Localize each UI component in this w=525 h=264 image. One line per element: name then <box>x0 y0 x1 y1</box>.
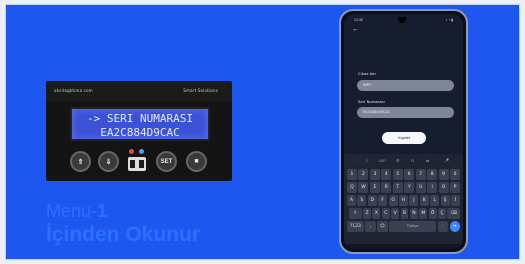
key[interactable]: İ <box>451 195 460 206</box>
key[interactable]: Ö <box>428 208 437 219</box>
dip-switch <box>126 149 148 173</box>
key[interactable]: 9 <box>438 169 449 180</box>
key[interactable]: Q <box>347 182 357 193</box>
period-key[interactable]: . <box>437 221 449 232</box>
key[interactable]: R <box>381 182 392 193</box>
stop-icon: ■ <box>186 151 207 172</box>
device-name-input[interactable]: SMIT <box>357 80 454 91</box>
menu-number: 1 <box>97 201 108 221</box>
key[interactable]: N <box>409 208 418 219</box>
key[interactable]: Y <box>404 182 415 193</box>
device-top-panel: oksitogktima.com Smart Solutions <box>46 81 232 101</box>
settings-icon[interactable]: ⚙ <box>396 158 400 163</box>
keyboard-row-2: A S D F G H J K L Ş İ <box>347 195 460 206</box>
on-screen-keyboard: ⋮⋮ ☺ GIF ⚙ G ⇄ 🎤 1 2 3 4 5 6 7 8 9 0 Q W… <box>344 154 463 249</box>
key[interactable]: J <box>409 195 419 206</box>
key[interactable]: 3 <box>369 169 380 180</box>
key[interactable]: E <box>369 182 380 193</box>
key[interactable]: W <box>358 182 369 193</box>
status-icons: ▪ ◔ ▮ <box>445 18 453 22</box>
headline-line-2: İçinden Okunur <box>46 223 201 246</box>
emoji-icon[interactable]: ☺ <box>377 221 388 232</box>
device-brand-text: Smart Solutions <box>183 88 218 93</box>
space-key[interactable]: Türkçe <box>389 221 437 232</box>
device-name-label: Cihaz Adı <box>358 71 376 76</box>
keyboard-row-numbers: 1 2 3 4 5 6 7 8 9 0 <box>347 169 461 180</box>
lcd-display: -> SERI NUMARASI EA2C884D9CAC <box>70 107 210 141</box>
key[interactable]: H <box>399 195 408 206</box>
key[interactable]: 6 <box>404 169 415 180</box>
lcd-line-2: EA2C884D9CAC <box>100 126 180 139</box>
theme-icon[interactable]: ⇄ <box>426 158 429 163</box>
key[interactable]: C <box>381 208 390 219</box>
key[interactable]: D <box>367 195 377 206</box>
shift-icon[interactable]: ⇧ <box>349 208 362 219</box>
status-time: 12:48 <box>354 18 363 22</box>
keyboard-toolbar: ⋮⋮ ☺ GIF ⚙ G ⇄ 🎤 <box>344 157 463 165</box>
serial-number-input[interactable]: EA2C884D9CAC <box>357 107 454 118</box>
key[interactable]: U <box>415 182 426 193</box>
key[interactable]: L <box>430 195 440 206</box>
switch-body <box>128 157 146 171</box>
navigation-bar <box>344 244 463 249</box>
red-led-icon <box>129 149 134 154</box>
phone-mockup: 12:48 ▪ ◔ ▮ ← Cihaz Adı SMIT Seri Numara… <box>339 9 468 254</box>
device-keypad: ⇑ ⇓ SET ■ <box>68 149 218 173</box>
key[interactable]: Z <box>363 208 371 219</box>
status-bar: 12:48 ▪ ◔ ▮ <box>344 16 463 24</box>
key[interactable]: O <box>438 182 449 193</box>
key[interactable]: 0 <box>450 169 461 180</box>
serial-number-label: Seri Numarası <box>358 99 385 104</box>
key[interactable]: 8 <box>427 169 438 180</box>
keyboard-row-3: ⇧ Z X C V B N M Ö Ç ⌫ <box>347 208 461 219</box>
headline-line-1: Menu-1 <box>46 201 200 222</box>
device-site-text: oksitogktima.com <box>54 88 93 93</box>
key[interactable]: G <box>388 195 398 206</box>
key[interactable]: 4 <box>381 169 392 180</box>
key[interactable]: B <box>400 208 409 219</box>
key[interactable]: 2 <box>358 169 369 180</box>
lcd-line-1: -> SERI NUMARASI <box>87 112 193 125</box>
key[interactable]: 7 <box>415 169 426 180</box>
device-photo: oksitogktima.com Smart Solutions -> SERI… <box>46 81 232 181</box>
apps-icon[interactable]: ⋮⋮ <box>350 158 358 163</box>
key[interactable]: S <box>357 195 367 206</box>
backspace-icon[interactable]: ⌫ <box>447 208 461 219</box>
menu-word: Menu- <box>46 201 98 221</box>
key[interactable]: A <box>347 195 356 206</box>
symbols-key[interactable]: ?123 <box>347 221 364 232</box>
blue-led-icon <box>139 149 144 154</box>
keyboard-row-4: ?123 , ☺ Türkçe . ➜ <box>347 221 461 232</box>
send-arrow-icon[interactable]: ➜ <box>449 221 461 232</box>
key[interactable]: 5 <box>392 169 403 180</box>
back-arrow-icon[interactable]: ← <box>352 26 359 33</box>
key[interactable]: X <box>372 208 381 219</box>
key[interactable]: V <box>391 208 400 219</box>
key[interactable]: Ş <box>440 195 450 206</box>
promo-banner: oksitogktima.com Smart Solutions -> SERI… <box>6 5 519 259</box>
set-key: SET <box>156 151 177 172</box>
emoji-icon[interactable]: ☺ <box>365 158 369 163</box>
keyboard-row-1: Q W E R T Y U I O P <box>347 182 461 193</box>
key[interactable]: Ç <box>438 208 446 219</box>
key[interactable]: T <box>392 182 403 193</box>
key[interactable]: M <box>419 208 428 219</box>
double-chevron-up-icon: ⇑ <box>70 151 91 172</box>
gif-icon[interactable]: GIF <box>379 158 386 163</box>
key[interactable]: F <box>378 195 388 206</box>
double-chevron-down-icon: ⇓ <box>98 151 119 172</box>
key[interactable]: 1 <box>347 169 357 180</box>
phone-screen: 12:48 ▪ ◔ ▮ ← Cihaz Adı SMIT Seri Numara… <box>344 14 463 249</box>
save-button[interactable]: Kaydet <box>382 132 426 144</box>
translate-icon[interactable]: G <box>411 158 414 163</box>
key[interactable]: K <box>419 195 429 206</box>
key[interactable]: P <box>450 182 461 193</box>
key[interactable]: I <box>427 182 438 193</box>
headline: Menu-1 İçinden Okunur <box>46 201 200 247</box>
comma-key[interactable]: , <box>365 221 376 232</box>
microphone-icon[interactable]: 🎤 <box>444 158 449 163</box>
